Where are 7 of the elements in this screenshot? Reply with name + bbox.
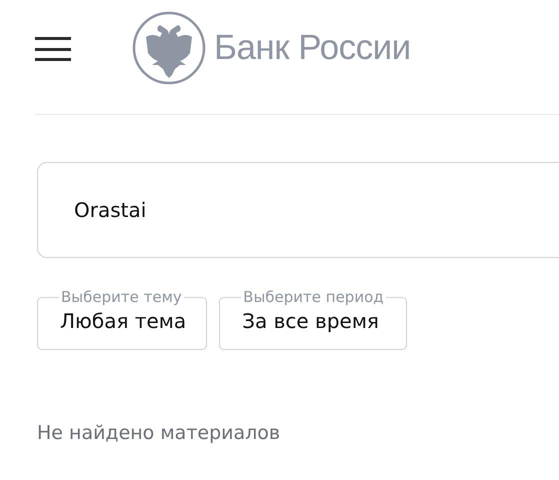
eagle-emblem-icon [132, 11, 206, 85]
filter-dropdown[interactable]: Выберите период За все время [219, 288, 407, 350]
site-name: Банк России [214, 28, 411, 68]
empty-results-message: Не найдено материалов [37, 422, 282, 444]
search-field[interactable]: Orastai [37, 162, 559, 258]
filter-dropdown[interactable]: Выберите тему Любая тема [37, 288, 208, 350]
menu-button[interactable] [35, 37, 73, 61]
